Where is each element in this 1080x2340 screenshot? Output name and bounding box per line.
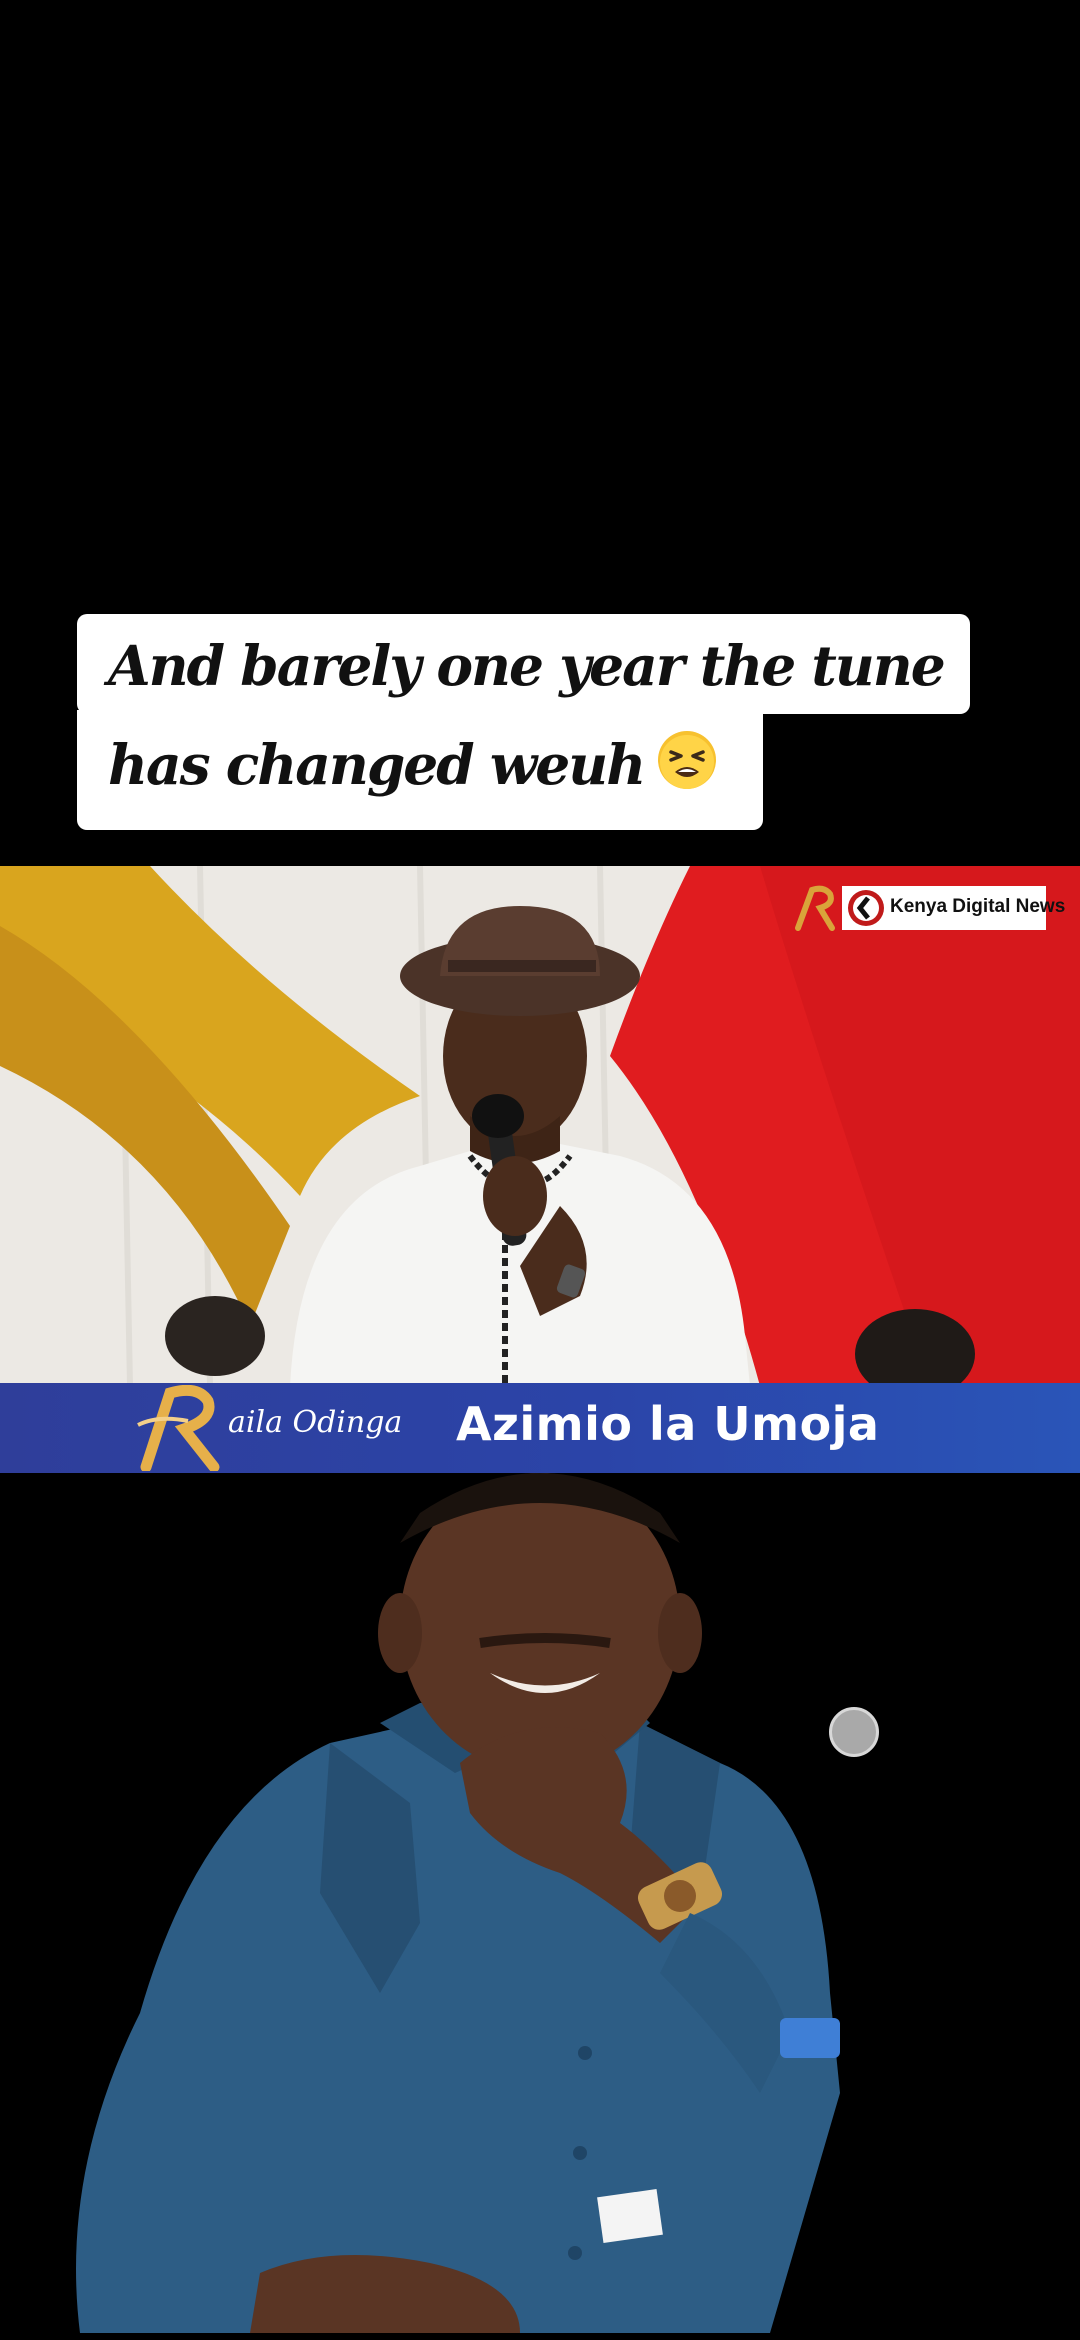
lower-third-name: aila Odinga bbox=[228, 1405, 403, 1440]
kenya-digital-news-logo-icon bbox=[848, 890, 884, 926]
caption-text-line-2: has changed weuh bbox=[108, 732, 646, 797]
lower-third-title: Azimio la Umoja bbox=[456, 1397, 880, 1451]
laughing-man-cutout-image bbox=[76, 1473, 840, 2333]
touch-indicator-dot-icon bbox=[829, 1707, 879, 1757]
raila-r-logo-icon bbox=[795, 885, 835, 931]
caption-text-line-1: And barely one year the tune bbox=[108, 633, 946, 698]
tired-face-emoji-icon bbox=[658, 731, 717, 789]
raila-r-logo-icon bbox=[137, 1385, 220, 1471]
lower-third-banner: aila Odinga Azimio la Umoja bbox=[0, 1383, 1080, 1473]
speaker-scene-image bbox=[0, 866, 1080, 1473]
kenya-digital-news-watermark: Kenya Digital News bbox=[790, 884, 1065, 932]
caption-bubble-line-1: And barely one year the tune bbox=[77, 614, 970, 714]
watermark-text: Kenya Digital News bbox=[890, 896, 1066, 917]
caption-bubble-line-2: has changed weuh bbox=[77, 710, 763, 830]
video-frame[interactable] bbox=[0, 866, 1080, 1473]
